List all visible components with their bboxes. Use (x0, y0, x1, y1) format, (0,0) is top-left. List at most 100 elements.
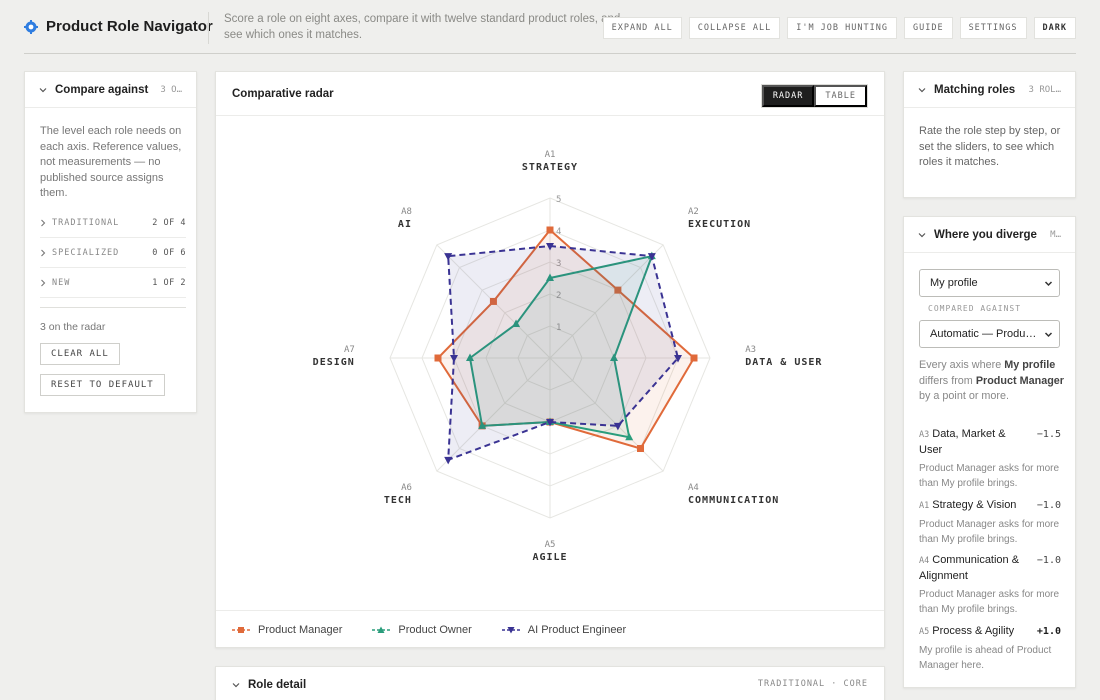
diverge-description: Every axis where My profile differs from… (919, 358, 1065, 405)
profile-select-value: My profile (930, 277, 978, 289)
legend-label: Product Owner (398, 623, 472, 636)
chevron-down-icon (232, 682, 240, 687)
data-point (434, 354, 442, 362)
divergence-note: Product Manager asks for more than My pr… (919, 519, 1060, 545)
chevron-right-icon (41, 249, 46, 256)
legend-item-product-owner[interactable]: Product Owner (372, 623, 472, 636)
data-point (546, 226, 554, 234)
matching-title: Matching roles (934, 83, 1016, 96)
job-hunting-button[interactable]: I'M JOB HUNTING (787, 17, 897, 39)
divergence-item[interactable]: A5 Process & Agility +1.0 My profile is ah… (919, 624, 1061, 673)
compare-role-select[interactable]: Automatic — Produ… (919, 320, 1060, 348)
divider (40, 307, 186, 308)
matching-count: 3 ROL… (1028, 84, 1061, 95)
legend-item-ai-product-engineer[interactable]: AI Product Engineer (501, 623, 627, 636)
axis-name: Data, Market & User (919, 428, 1006, 456)
compare-against-panel: Compare against 3 O… The level each role… (24, 71, 197, 413)
delta-value: −1.0 (1036, 555, 1061, 566)
axis-code: A3 (919, 430, 930, 440)
delta-value: +1.0 (1036, 626, 1061, 637)
diverge-count: M… (1050, 229, 1061, 240)
group-row-specialized[interactable]: SPECIALIZED 0 OF 6 (40, 238, 186, 268)
compare-description: The level each role needs on each axis. … (40, 125, 182, 199)
divergence-note: Product Manager asks for more than My pr… (919, 463, 1060, 489)
guide-button[interactable]: GUIDE (903, 17, 953, 39)
app-title: Product Role Navigator (46, 18, 213, 35)
axis-label: TECH (384, 495, 412, 506)
expand-all-button[interactable]: EXPAND ALL (602, 17, 682, 39)
matching-header[interactable]: Matching roles 3 ROL… (904, 72, 1075, 108)
axis-label: DATA & USER (745, 357, 822, 368)
axis-code-label: A5 (545, 540, 556, 550)
compared-against-label: COMPARED AGAINST (928, 304, 1022, 313)
axis-label: STRATEGY (522, 162, 578, 173)
chevron-down-icon (1044, 332, 1053, 338)
divergence-item[interactable]: A4 Communication & Alignment −1.0 Product … (919, 553, 1061, 617)
dark-mode-button[interactable]: DARK (1033, 17, 1076, 39)
delta-value: −1.0 (1036, 500, 1061, 511)
diverge-panel: Where you diverge M… My profile COMPARED… (903, 216, 1076, 688)
role-detail-title: Role detail (248, 678, 307, 691)
header-actions: EXPAND ALL COLLAPSE ALL I'M JOB HUNTING … (602, 17, 1076, 39)
divergence-item[interactable]: A3 Data, Market & User −1.5 Product Manage… (919, 427, 1061, 491)
axis-code: A5 (919, 627, 930, 637)
desc-profile: My profile (1004, 359, 1056, 371)
axis-label: AI (398, 219, 412, 230)
group-name: TRADITIONAL (52, 217, 120, 228)
group-row-traditional[interactable]: TRADITIONAL 2 OF 4 (40, 208, 186, 238)
legend-label: Product Manager (258, 623, 343, 636)
desc-text: differs from (919, 374, 976, 387)
app-header: Product Role Navigator Score a role on e… (0, 0, 1100, 54)
axis-code: A1 (919, 501, 930, 511)
radar-view-button[interactable]: RADAR (761, 85, 815, 107)
clear-all-button[interactable]: CLEAR ALL (40, 343, 120, 365)
radar-title: Comparative radar (232, 87, 334, 100)
scale-tick-label: 5 (556, 195, 561, 205)
axis-name: Communication & Alignment (919, 554, 1020, 582)
header-divider (208, 12, 209, 44)
legend-label: AI Product Engineer (527, 623, 627, 636)
axis-code-label: A3 (745, 345, 756, 355)
triangle-marker-icon (372, 626, 391, 633)
divergence-note: Product Manager asks for more than My pr… (919, 589, 1060, 615)
legend-item-product-manager[interactable]: Product Manager (232, 624, 342, 636)
delta-value: −1.5 (1036, 429, 1061, 440)
chart-legend: Product Manager Product Owner AI Product… (216, 610, 884, 648)
settings-button[interactable]: SETTINGS (959, 17, 1027, 39)
chevron-down-icon (918, 87, 926, 92)
profile-select[interactable]: My profile (919, 269, 1060, 297)
compare-panel-header[interactable]: Compare against 3 O… (25, 72, 196, 108)
axis-code: A4 (919, 556, 930, 566)
tagline: Score a role on eight axes, compare it w… (224, 13, 621, 41)
desc-text: by a point or more. (919, 390, 1010, 402)
brand: Product Role Navigator (24, 18, 213, 35)
collapse-all-button[interactable]: COLLAPSE ALL (688, 17, 781, 39)
reset-default-button[interactable]: RESET TO DEFAULT (40, 374, 165, 396)
group-row-new[interactable]: NEW 1 OF 2 (40, 268, 186, 298)
data-point (637, 445, 645, 453)
axis-code-label: A6 (401, 483, 412, 493)
radar-chart: 12345A1STRATEGYA2EXECUTIONA3DATA & USERA… (313, 150, 822, 563)
axis-label: AGILE (532, 552, 567, 563)
group-count: 0 OF 6 (152, 247, 186, 258)
axis-code-label: A4 (688, 483, 699, 493)
view-toggle: RADAR TABLE (760, 84, 868, 108)
matching-description: Rate the role step by step, or set the s… (919, 125, 1061, 168)
diverge-title: Where you diverge (934, 228, 1037, 241)
desc-role: Product Manager (975, 374, 1065, 387)
radar-panel: Comparative radar RADAR TABLE 1 2 3 4 5 A1 STR… (215, 71, 885, 648)
divergence-note: My profile is ahead of Product Manager h… (919, 645, 1052, 671)
table-view-button[interactable]: TABLE (814, 85, 867, 107)
chevron-down-icon (1044, 281, 1053, 287)
radar-count: 3 on the radar (40, 321, 106, 333)
divergence-item[interactable]: A1 Strategy & Vision −1.0 Product Manager … (919, 498, 1061, 547)
axis-label: COMMUNICATION (688, 495, 779, 506)
diverge-header[interactable]: Where you diverge M… (904, 217, 1075, 253)
axis-code-label: A1 (545, 150, 556, 160)
axis-name: Strategy & Vision (932, 499, 1017, 511)
group-count: 2 OF 4 (152, 217, 186, 228)
axis-name: Process & Agility (932, 625, 1015, 637)
compare-panel-count: 3 O… (160, 84, 182, 95)
compare-panel-title: Compare against (55, 83, 149, 96)
desc-text: Every axis where (919, 359, 1005, 371)
